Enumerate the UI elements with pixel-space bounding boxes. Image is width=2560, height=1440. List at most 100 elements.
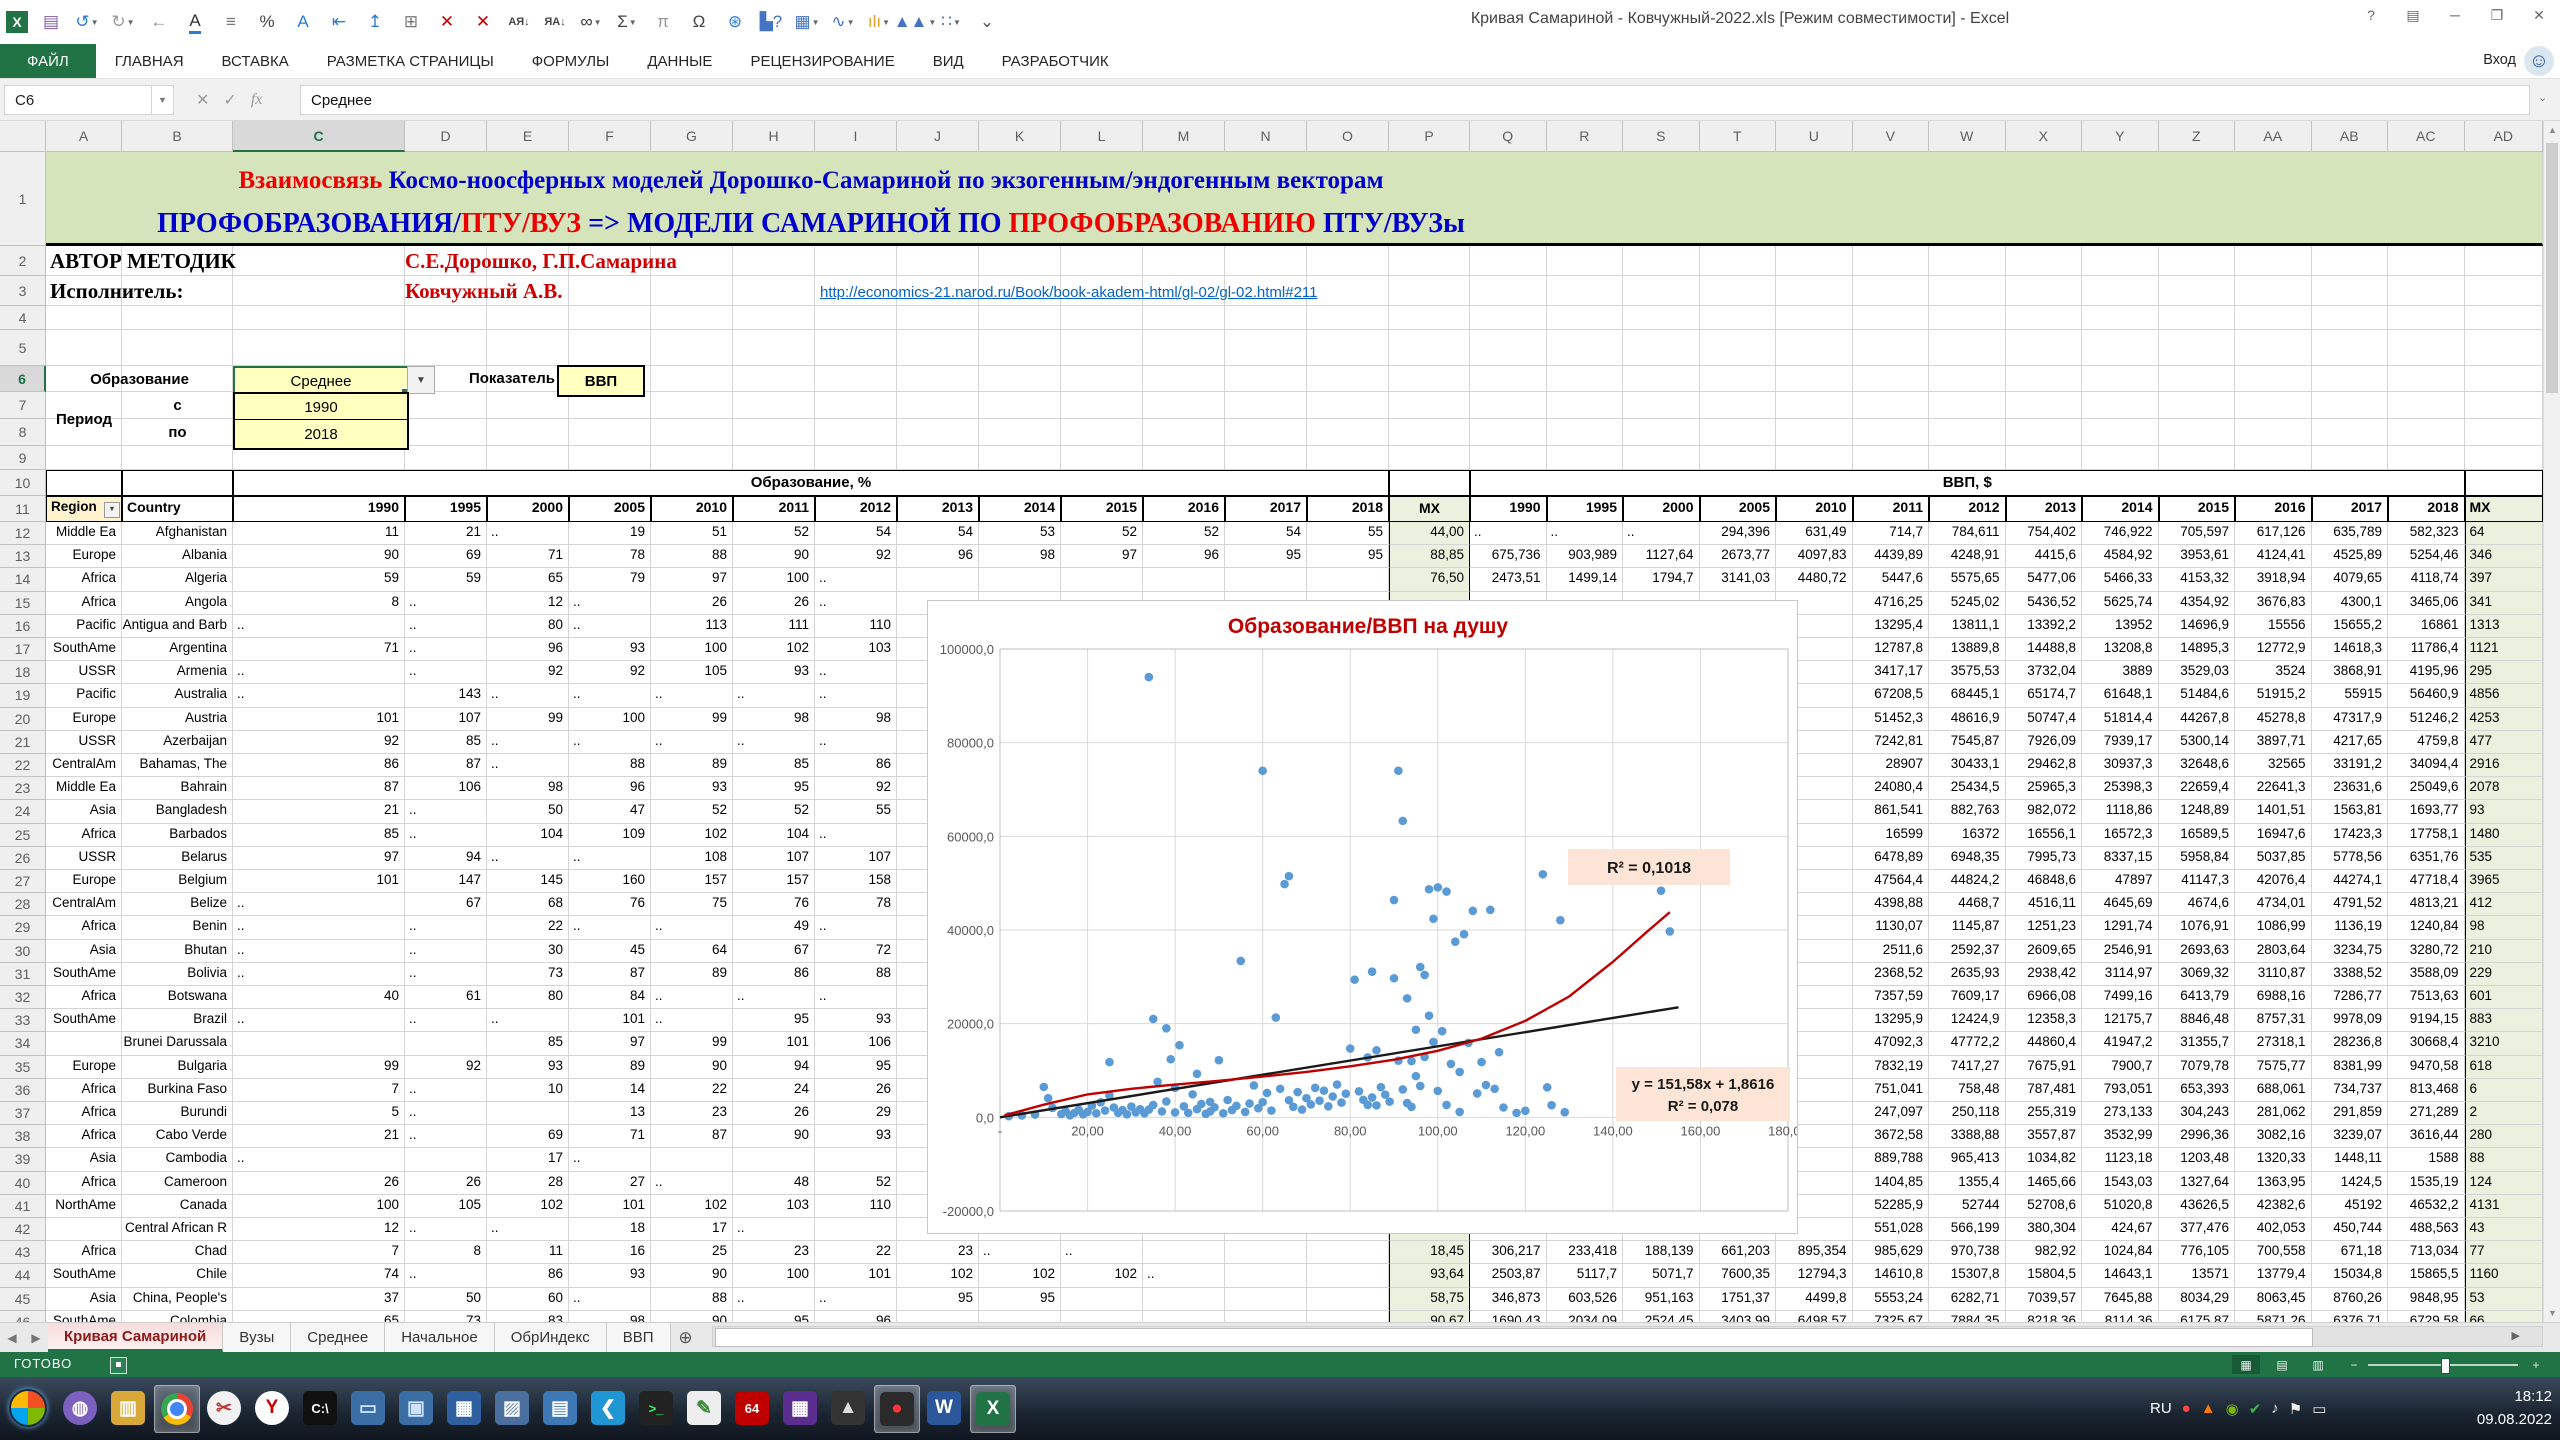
cell[interactable] xyxy=(1143,568,1225,591)
cell[interactable]: 59 xyxy=(233,568,405,591)
cell[interactable]: 86 xyxy=(233,754,405,777)
cell[interactable]: .. xyxy=(815,731,897,754)
cell[interactable]: 96 xyxy=(1143,545,1225,568)
cell[interactable]: 87 xyxy=(569,963,651,986)
cell[interactable]: 3239,07 xyxy=(2312,1125,2389,1148)
horizontal-scroll-thumb[interactable] xyxy=(715,1328,2313,1347)
column-header-R[interactable]: R xyxy=(1547,121,1624,152)
sheet-tab-кривая-самариной[interactable]: Кривая Самариной xyxy=(48,1323,223,1352)
cell[interactable]: 71 xyxy=(569,1125,651,1148)
cell[interactable]: 1465,66 xyxy=(2006,1172,2083,1195)
cell[interactable] xyxy=(1225,568,1307,591)
mx-header[interactable]: МХ xyxy=(1389,496,1470,522)
cell[interactable]: 24 xyxy=(733,1079,815,1102)
sheet-tab-вузы[interactable]: Вузы xyxy=(223,1323,291,1352)
cell[interactable]: 4516,11 xyxy=(2006,893,2083,916)
ribbon-tab-формулы[interactable]: ФОРМУЛЫ xyxy=(513,44,629,78)
cell[interactable]: Africa xyxy=(46,916,122,939)
year-header[interactable]: 2013 xyxy=(2006,496,2083,522)
cell[interactable]: 1563,81 xyxy=(2312,800,2389,823)
cell[interactable]: 17 xyxy=(487,1148,569,1171)
cell[interactable]: 1424,5 xyxy=(2312,1172,2389,1195)
cell[interactable]: 64 xyxy=(651,940,733,963)
cell[interactable]: 93 xyxy=(733,661,815,684)
cell[interactable]: 965,413 xyxy=(1929,1148,2006,1171)
cell[interactable]: 3141,03 xyxy=(1700,568,1777,591)
cell[interactable]: 4398,88 xyxy=(1853,893,1930,916)
cell[interactable]: 3069,32 xyxy=(2159,963,2236,986)
cell[interactable]: 3732,04 xyxy=(2006,661,2083,684)
cell[interactable]: 5436,52 xyxy=(2006,592,2083,615)
cell[interactable]: 85 xyxy=(405,731,487,754)
name-box-dropdown-icon[interactable]: ▼ xyxy=(152,85,174,115)
cell[interactable]: 250,118 xyxy=(1929,1102,2006,1125)
column-header-E[interactable]: E xyxy=(487,121,569,152)
cell[interactable]: 6948,35 xyxy=(1929,847,2006,870)
cell[interactable]: 188,139 xyxy=(1623,1241,1700,1264)
cell[interactable]: 7039,57 xyxy=(2006,1288,2083,1311)
cell[interactable]: 23 xyxy=(733,1241,815,1264)
row-header-40[interactable]: 40 xyxy=(0,1172,46,1195)
cell[interactable]: 661,203 xyxy=(1700,1241,1777,1264)
cell[interactable]: 4079,65 xyxy=(2312,568,2389,591)
cmd-icon[interactable]: C:\ xyxy=(298,1385,342,1431)
cell[interactable]: 160 xyxy=(569,870,651,893)
cell[interactable]: 43 xyxy=(2465,1218,2544,1241)
cell[interactable]: Asia xyxy=(46,940,122,963)
cell[interactable]: .. xyxy=(405,800,487,823)
cell[interactable]: Bolivia xyxy=(122,963,233,986)
cell[interactable]: 1404,85 xyxy=(1853,1172,1930,1195)
bar-chart-icon[interactable]: ılı▼ xyxy=(866,8,892,36)
cell[interactable]: 44,00 xyxy=(1389,522,1470,545)
cell[interactable]: 8 xyxy=(405,1241,487,1264)
line-chart-icon[interactable]: ∿▼ xyxy=(830,8,856,36)
cell[interactable]: 3532,99 xyxy=(2082,1125,2159,1148)
cell[interactable]: .. xyxy=(405,1264,487,1287)
row-header-4[interactable]: 4 xyxy=(0,306,46,330)
select-all-corner[interactable] xyxy=(0,121,46,152)
cell[interactable]: 951,163 xyxy=(1623,1288,1700,1311)
recorder-tray-icon[interactable]: ● xyxy=(2182,1400,2191,1417)
cell[interactable]: 653,393 xyxy=(2159,1079,2236,1102)
cell[interactable]: 101 xyxy=(569,1009,651,1032)
cell[interactable]: 96 xyxy=(897,545,979,568)
cell[interactable]: Cameroon xyxy=(122,1172,233,1195)
cell[interactable]: 103 xyxy=(733,1195,815,1218)
cell[interactable]: .. xyxy=(569,731,651,754)
cell[interactable]: Azerbaijan xyxy=(122,731,233,754)
cell[interactable]: 2511,6 xyxy=(1853,940,1930,963)
cell[interactable]: 76 xyxy=(569,893,651,916)
cell[interactable]: .. xyxy=(487,684,569,707)
cell[interactable]: 714,7 xyxy=(1853,522,1930,545)
cell[interactable]: 93 xyxy=(651,777,733,800)
cell[interactable]: Asia xyxy=(46,800,122,823)
cell[interactable]: 12424,9 xyxy=(1929,1009,2006,1032)
cell[interactable]: 631,49 xyxy=(1776,522,1853,545)
cell[interactable]: 61648,1 xyxy=(2082,684,2159,707)
cell[interactable]: 101 xyxy=(569,1195,651,1218)
cell[interactable]: 787,481 xyxy=(2006,1079,2083,1102)
cell[interactable]: 45278,8 xyxy=(2235,708,2312,731)
row-header-34[interactable]: 34 xyxy=(0,1032,46,1055)
year-header[interactable]: 2005 xyxy=(569,496,651,522)
cell[interactable]: .. xyxy=(733,684,815,707)
row-header-7[interactable]: 7 xyxy=(0,392,46,419)
scroll-right-icon[interactable]: ▶ xyxy=(2512,1329,2520,1342)
cell[interactable]: 3897,71 xyxy=(2235,731,2312,754)
cell[interactable]: Burkina Faso xyxy=(122,1079,233,1102)
terminal-icon[interactable]: >_ xyxy=(634,1385,678,1431)
cell[interactable]: 5871,26 xyxy=(2235,1311,2312,1322)
cell[interactable]: 229 xyxy=(2465,963,2544,986)
cell[interactable]: 1118,86 xyxy=(2082,800,2159,823)
cell[interactable]: .. xyxy=(569,615,651,638)
cell[interactable]: .. xyxy=(1623,522,1700,545)
column-header-Z[interactable]: Z xyxy=(2159,121,2236,152)
cell[interactable]: 46848,6 xyxy=(2006,870,2083,893)
zoom-slider-thumb[interactable] xyxy=(2441,1358,2450,1374)
cell[interactable]: 157 xyxy=(651,870,733,893)
cell[interactable]: 4525,89 xyxy=(2312,545,2389,568)
cell[interactable]: 889,788 xyxy=(1853,1148,1930,1171)
cell[interactable]: .. xyxy=(405,638,487,661)
cell[interactable]: Cabo Verde xyxy=(122,1125,233,1148)
cell[interactable]: 4584,92 xyxy=(2082,545,2159,568)
